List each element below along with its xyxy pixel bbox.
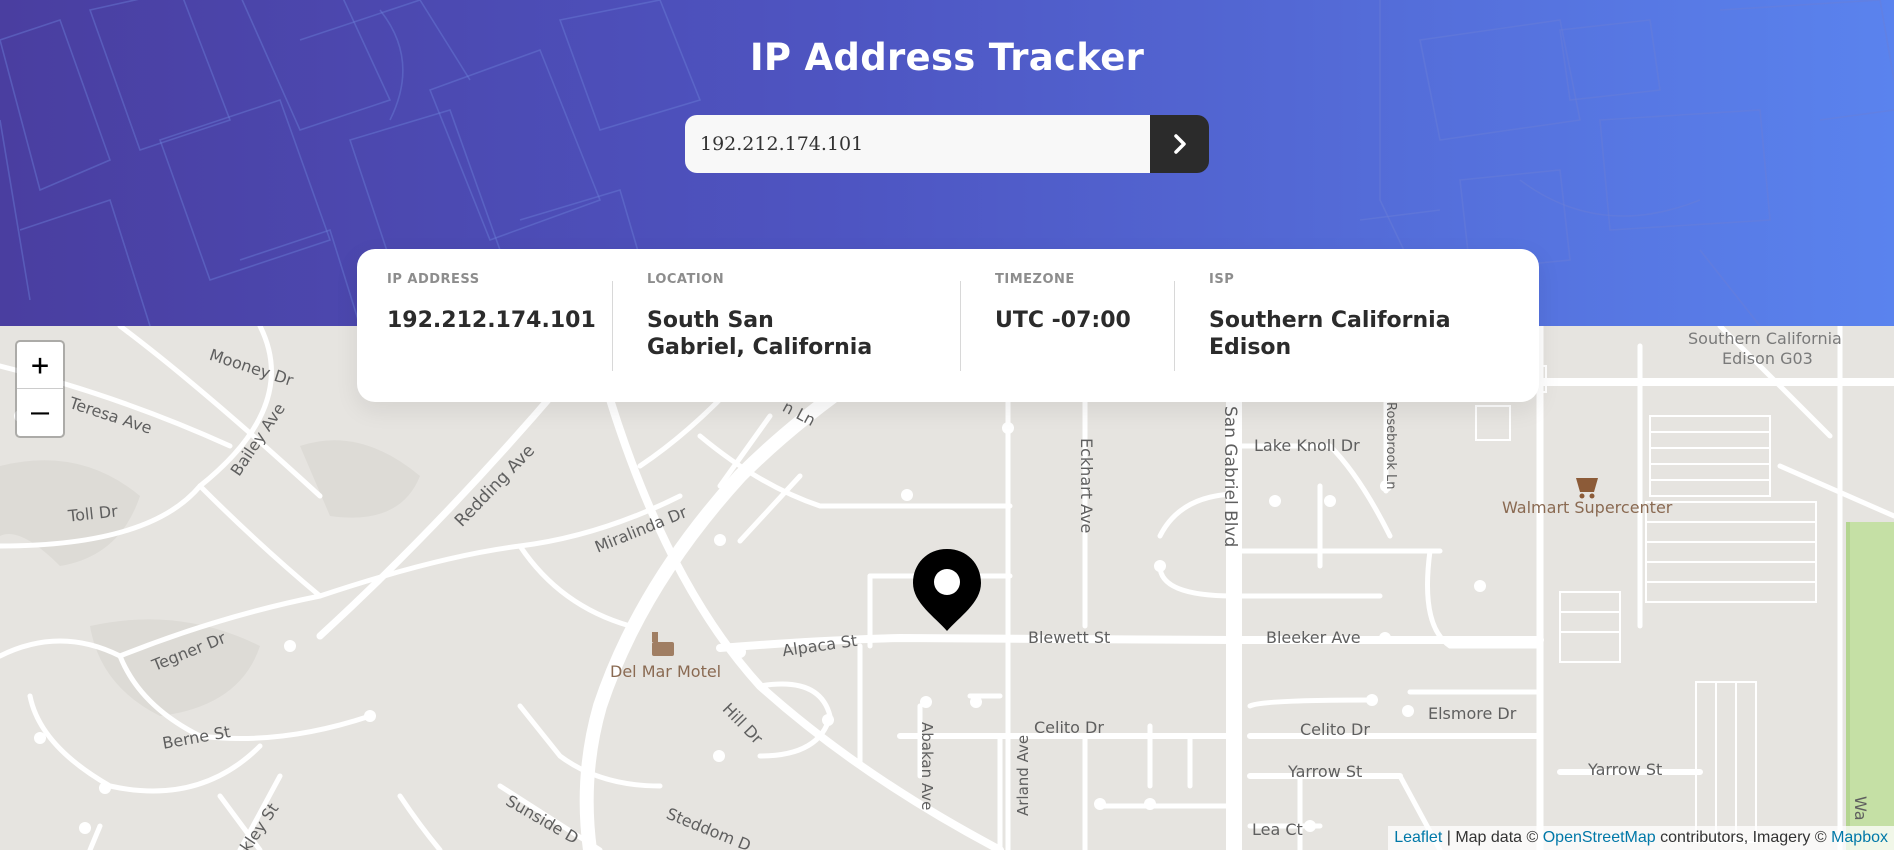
street-label: Lake Knoll Dr [1254, 436, 1360, 455]
info-location-label: LOCATION [647, 272, 725, 287]
leaflet-link[interactable]: Leaflet [1394, 829, 1442, 846]
street-label: San Gabriel Blvd [1220, 406, 1240, 548]
location-pin-icon[interactable] [911, 547, 983, 632]
page: IP Address Tracker IP ADDRESS 192.212.17… [0, 0, 1894, 850]
info-divider [960, 281, 961, 371]
mapbox-link[interactable]: Mapbox [1831, 829, 1888, 846]
info-ip-address: IP ADDRESS 192.212.174.101 [387, 249, 607, 402]
street-label: Elsmore Dr [1428, 704, 1517, 723]
zoom-control: + – [15, 340, 65, 438]
info-isp: ISP Southern California Edison [1209, 249, 1509, 402]
poi-label: Edison G03 [1722, 349, 1813, 368]
info-divider [1174, 281, 1175, 371]
street-label: Bleeker Ave [1266, 628, 1361, 647]
street-label: Wa [1851, 796, 1870, 821]
zoom-out-button[interactable]: – [17, 389, 63, 435]
info-timezone-label: TIMEZONE [995, 272, 1075, 287]
ip-search-input[interactable] [685, 115, 1150, 173]
info-location-value: South San Gabriel, California [647, 308, 873, 360]
info-divider [612, 281, 613, 371]
info-ip-value: 192.212.174.101 [387, 308, 596, 333]
attribution-text: contributors, Imagery © [1655, 829, 1832, 846]
openstreetmap-link[interactable]: OpenStreetMap [1543, 829, 1656, 846]
poi-label: Del Mar Motel [610, 662, 722, 681]
ip-info-card: IP ADDRESS 192.212.174.101 LOCATION Sout… [357, 249, 1539, 402]
street-label: Celito Dr [1034, 718, 1104, 737]
street-label: Celito Dr [1300, 720, 1370, 739]
info-isp-label: ISP [1209, 272, 1235, 287]
attribution-text: | Map data © [1442, 829, 1543, 846]
info-location: LOCATION South San Gabriel, California [647, 249, 907, 402]
info-isp-value: Southern California Edison [1209, 308, 1451, 360]
info-ip-label: IP ADDRESS [387, 272, 480, 287]
map-attribution: Leaflet | Map data © OpenStreetMap contr… [1388, 826, 1894, 850]
info-timezone-value: UTC -07:00 [995, 308, 1131, 333]
info-timezone: TIMEZONE UTC -07:00 [995, 249, 1175, 402]
chevron-right-icon [1173, 134, 1186, 154]
poi-label: Southern California [1688, 329, 1842, 348]
street-label: Yarrow St [1288, 762, 1363, 781]
street-label: Rosebrook Ln [1383, 402, 1398, 490]
street-label: Eckhart Ave [1077, 438, 1096, 534]
street-label: Yarrow St [1588, 760, 1663, 779]
search-submit-button[interactable] [1150, 115, 1209, 173]
street-label: Lea Ct [1252, 820, 1303, 839]
poi-label: Walmart Supercenter [1502, 498, 1673, 517]
page-title: IP Address Tracker [749, 36, 1145, 79]
street-label: Abakan Ave [918, 722, 936, 811]
street-label: Arland Ave [1014, 734, 1032, 816]
zoom-in-button[interactable]: + [17, 342, 63, 389]
search-form [685, 115, 1209, 173]
street-label: Blewett St [1028, 628, 1111, 647]
